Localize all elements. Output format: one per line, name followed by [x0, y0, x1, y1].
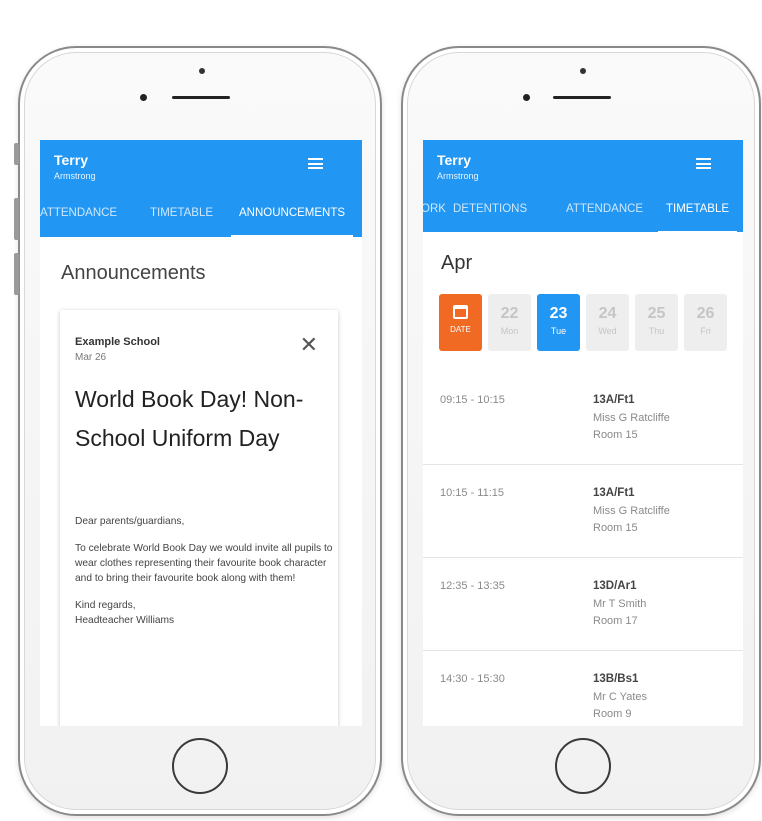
- announcements-screen: Terry Armstrong ATTENDANCE TIMETABLE ANN…: [40, 140, 362, 726]
- mute-switch: [14, 143, 19, 165]
- lesson-row[interactable]: 14:30 - 15:30 13B/Bs1 Mr C Yates Room 9: [423, 651, 743, 726]
- announcement-title: World Book Day! Non-School Uniform Day: [75, 386, 304, 451]
- tab-bar: ORK DETENTIONS ATTENDANCE TIMETABLE: [423, 196, 743, 233]
- day-fri[interactable]: 26 Fri: [684, 294, 727, 351]
- app-bar: Terry Armstrong ATTENDANCE TIMETABLE ANN…: [40, 140, 362, 237]
- volume-down-button: [14, 253, 19, 295]
- day-tue[interactable]: 23 Tue: [537, 294, 580, 351]
- announcement-signoff: Kind regards,: [75, 600, 136, 611]
- lesson-time: 12:35 - 13:35: [440, 580, 505, 592]
- calendar-icon: [453, 305, 468, 319]
- tab-homework[interactable]: ORK: [423, 196, 446, 233]
- lesson-class: 13B/Bs1: [593, 673, 639, 685]
- lesson-time: 10:15 - 11:15: [440, 487, 505, 499]
- tab-attendance[interactable]: ATTENDANCE: [566, 196, 643, 233]
- volume-up-button: [14, 198, 19, 240]
- day-number: 26: [696, 305, 715, 322]
- home-button: [172, 738, 228, 794]
- sensor-dot: [199, 68, 205, 74]
- announcement-text: To celebrate World Book Day we would inv…: [75, 543, 333, 584]
- lesson-row[interactable]: 10:15 - 11:15 13A/Ft1 Miss G Ratcliffe R…: [423, 465, 743, 558]
- page-title: Announcements: [61, 262, 206, 284]
- speaker-grille: [553, 96, 611, 99]
- user-first-name: Terry: [437, 152, 471, 168]
- announcement-card: Example School Mar 26 ✕ World Book Day! …: [60, 310, 338, 726]
- phone-left: Terry Armstrong ATTENDANCE TIMETABLE ANN…: [14, 46, 382, 816]
- day-number: 25: [647, 305, 666, 322]
- announcement-school: Example School: [75, 336, 160, 348]
- lesson-row[interactable]: 12:35 - 13:35 13D/Ar1 Mr T Smith Room 17: [423, 558, 743, 651]
- lesson-row[interactable]: 09:15 - 10:15 13A/Ft1 Miss G Ratcliffe R…: [423, 372, 743, 465]
- day-name: Mon: [500, 326, 519, 336]
- lesson-time: 14:30 - 15:30: [440, 673, 505, 685]
- user-first-name: Terry: [54, 152, 88, 168]
- user-last-name: Armstrong: [437, 171, 479, 181]
- lesson-room: Room 9: [593, 708, 632, 720]
- date-picker-button[interactable]: DATE: [439, 294, 482, 351]
- day-thu[interactable]: 25 Thu: [635, 294, 678, 351]
- day-number: 24: [598, 305, 617, 322]
- lesson-class: 13A/Ft1: [593, 394, 635, 406]
- tab-attendance[interactable]: ATTENDANCE: [40, 200, 117, 237]
- phone-right: Terry Armstrong ORK DETENTIONS ATTENDANC…: [401, 46, 761, 816]
- tab-announcements[interactable]: ANNOUNCEMENTS: [230, 200, 354, 237]
- date-picker-label: DATE: [450, 325, 471, 334]
- tab-detentions[interactable]: DETENTIONS: [453, 196, 527, 233]
- lesson-time: 09:15 - 10:15: [440, 394, 505, 406]
- day-name: Fri: [700, 326, 711, 336]
- lesson-room: Room 15: [593, 429, 638, 441]
- announcement-greeting: Dear parents/guardians,: [75, 516, 185, 527]
- hamburger-icon[interactable]: [696, 158, 711, 169]
- lesson-class: 13A/Ft1: [593, 487, 635, 499]
- lesson-teacher: Miss G Ratcliffe: [593, 412, 670, 424]
- home-button: [555, 738, 611, 794]
- front-camera: [523, 94, 530, 101]
- day-mon[interactable]: 22 Mon: [488, 294, 531, 351]
- tab-timetable[interactable]: TIMETABLE: [150, 200, 213, 237]
- announcement-body: Dear parents/guardians, To celebrate Wor…: [75, 514, 333, 628]
- lesson-room: Room 15: [593, 522, 638, 534]
- tab-bar: ATTENDANCE TIMETABLE ANNOUNCEMENTS: [40, 200, 362, 237]
- lesson-teacher: Mr T Smith: [593, 598, 647, 610]
- day-name: Tue: [550, 326, 567, 336]
- close-icon[interactable]: ✕: [300, 334, 318, 356]
- announcement-signature: Headteacher Williams: [75, 615, 175, 626]
- day-number: 22: [500, 305, 519, 322]
- front-camera: [140, 94, 147, 101]
- day-wed[interactable]: 24 Wed: [586, 294, 629, 351]
- sensor-dot: [580, 68, 586, 74]
- lesson-teacher: Mr C Yates: [593, 691, 647, 703]
- user-last-name: Armstrong: [54, 171, 96, 181]
- month-label: Apr: [441, 252, 473, 274]
- lesson-room: Room 17: [593, 615, 638, 627]
- day-selector: DATE 22 Mon 23 Tue 24 Wed 25 Thu 26 Fri: [439, 294, 739, 351]
- lesson-teacher: Miss G Ratcliffe: [593, 505, 670, 517]
- tab-timetable[interactable]: TIMETABLE: [657, 196, 738, 233]
- hamburger-icon[interactable]: [308, 158, 323, 169]
- app-bar: Terry Armstrong ORK DETENTIONS ATTENDANC…: [423, 140, 743, 233]
- timetable-screen: Terry Armstrong ORK DETENTIONS ATTENDANC…: [423, 140, 743, 726]
- day-number: 23: [549, 305, 568, 322]
- lesson-class: 13D/Ar1: [593, 580, 637, 592]
- speaker-grille: [172, 96, 230, 99]
- day-name: Thu: [648, 326, 665, 336]
- announcement-date: Mar 26: [75, 352, 107, 363]
- day-name: Wed: [598, 326, 617, 336]
